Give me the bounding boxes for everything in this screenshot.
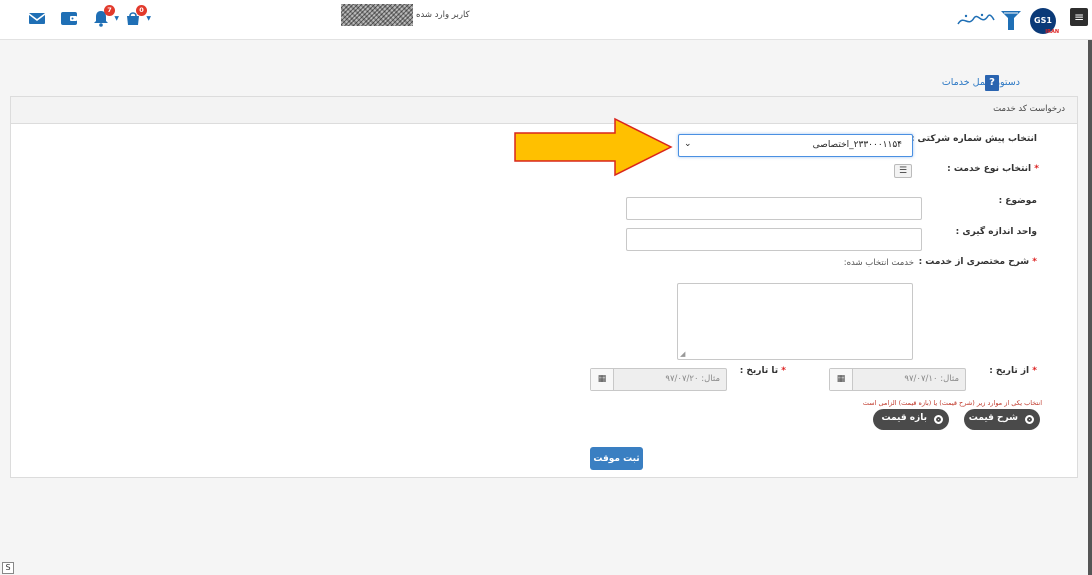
chevron-down-icon: ▼ bbox=[114, 15, 119, 22]
service-guide-link[interactable]: دستورالعمل خدمات bbox=[942, 77, 1020, 88]
radio-icon[interactable] bbox=[1025, 415, 1034, 424]
price-range-label: بازه قیمت bbox=[881, 413, 927, 423]
resize-handle-icon[interactable]: ◢ bbox=[680, 350, 685, 358]
service-type-label: * انتخاب نوع خدمت : bbox=[947, 164, 1039, 174]
radio-icon[interactable] bbox=[934, 415, 943, 424]
service-type-label-text: انتخاب نوع خدمت : bbox=[947, 164, 1032, 174]
user-avatar[interactable] bbox=[341, 4, 413, 26]
wallet-icon[interactable] bbox=[59, 8, 79, 28]
price-description-label: شرح قیمت bbox=[968, 413, 1018, 423]
required-mark: * bbox=[1032, 257, 1037, 267]
price-range-option[interactable]: بازه قیمت bbox=[873, 409, 949, 430]
status-corner-icon: S bbox=[2, 562, 14, 574]
cart-badge: 0 bbox=[136, 5, 147, 16]
cart-icon[interactable]: 0 ▼ bbox=[123, 5, 151, 28]
hamburger-icon[interactable]: ≡ bbox=[1070, 8, 1088, 26]
to-date-placeholder: مثال: ۹۷/۰۷/۲۰ bbox=[665, 374, 720, 384]
description-label-text: شرح مختصری از خدمت : bbox=[918, 257, 1030, 267]
scrollbar[interactable] bbox=[1088, 40, 1092, 575]
from-date-label-text: از تاریخ : bbox=[989, 366, 1030, 376]
calendar-icon[interactable]: ▦ bbox=[591, 369, 614, 390]
to-date-label-text: تا تاریخ : bbox=[739, 366, 779, 376]
required-mark: * bbox=[1034, 164, 1039, 174]
chevron-down-icon: ▼ bbox=[146, 15, 151, 22]
unit-input[interactable] bbox=[626, 228, 922, 251]
unit-label: واحد اندازه گیری : bbox=[955, 227, 1037, 237]
from-date-field[interactable]: ▦ مثال: ۹۷/۰۷/۱۰ bbox=[829, 368, 966, 391]
selected-service-hint: خدمت انتخاب شده: bbox=[843, 258, 914, 268]
gs1-country-tag: IRAN bbox=[1045, 29, 1059, 35]
description-label: * شرح مختصری از خدمت : bbox=[919, 257, 1037, 267]
from-date-label: * از تاریخ : bbox=[989, 366, 1037, 376]
notification-badge: 7 bbox=[104, 5, 115, 16]
required-mark: * bbox=[1032, 366, 1037, 376]
help-icon[interactable]: ? bbox=[985, 75, 999, 91]
panel-title: درخواست کد خدمت bbox=[993, 104, 1065, 114]
price-description-option[interactable]: شرح قیمت bbox=[964, 409, 1040, 430]
subject-label: موضوع : bbox=[998, 196, 1037, 206]
calendar-icon[interactable]: ▦ bbox=[830, 369, 853, 390]
to-date-label: * تا تاریخ : bbox=[740, 366, 786, 376]
brand-logo-icon bbox=[1000, 8, 1022, 32]
prefix-select[interactable]: ۲۳۳۰۰۰۱۱۵۴_اختصاصی ⌄ bbox=[678, 134, 913, 157]
bell-icon[interactable]: 7 ▼ bbox=[91, 5, 119, 28]
prefix-select-value: ۲۳۳۰۰۰۱۱۵۴_اختصاصی bbox=[812, 140, 902, 150]
required-mark: * bbox=[781, 366, 786, 376]
subject-input[interactable] bbox=[626, 197, 922, 220]
to-date-field[interactable]: ▦ مثال: ۹۷/۰۷/۲۰ bbox=[590, 368, 727, 391]
list-icon[interactable]: ☰ bbox=[894, 164, 912, 178]
prefix-label: انتخاب پیش شماره شرکتی : bbox=[910, 134, 1037, 144]
annotation-arrow-icon bbox=[514, 117, 673, 177]
description-textarea[interactable]: ◢ bbox=[677, 283, 913, 360]
envelope-icon[interactable] bbox=[27, 8, 47, 28]
organization-logo bbox=[956, 10, 996, 30]
chevron-down-icon: ⌄ bbox=[684, 139, 692, 149]
price-required-warning: انتخاب یکی از موارد زیر (شرح قیمت) یا (ب… bbox=[862, 399, 1042, 407]
user-label: کاربر وارد شده bbox=[416, 10, 470, 20]
from-date-placeholder: مثال: ۹۷/۰۷/۱۰ bbox=[904, 374, 959, 384]
save-draft-button[interactable]: ثبت موقت bbox=[590, 447, 643, 470]
top-bar: 7 ▼ 0 ▼ کاربر وارد شده GS1 IRAN ≡ bbox=[0, 0, 1092, 40]
